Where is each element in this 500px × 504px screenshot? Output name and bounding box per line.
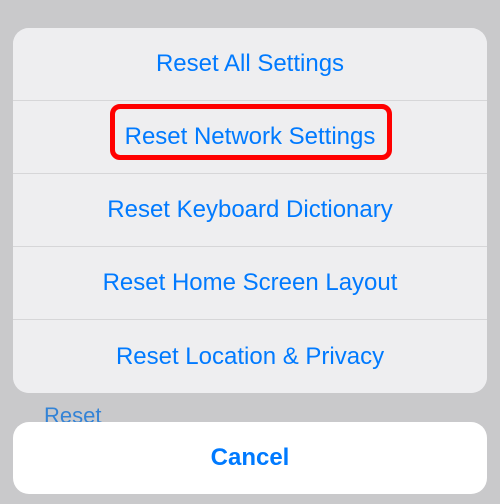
reset-keyboard-dictionary-button[interactable]: Reset Keyboard Dictionary bbox=[13, 174, 487, 247]
sheet-item-label: Reset Location & Privacy bbox=[116, 343, 384, 371]
reset-network-settings-button[interactable]: Reset Network Settings bbox=[13, 101, 487, 174]
cancel-button[interactable]: Cancel bbox=[13, 422, 487, 494]
sheet-item-label: Reset Home Screen Layout bbox=[103, 269, 398, 297]
sheet-item-label: Reset Keyboard Dictionary bbox=[107, 196, 392, 224]
reset-home-screen-layout-button[interactable]: Reset Home Screen Layout bbox=[13, 247, 487, 320]
action-sheet: Reset All Settings Reset Network Setting… bbox=[13, 28, 487, 393]
sheet-item-label: Reset Network Settings bbox=[125, 123, 376, 151]
cancel-label: Cancel bbox=[211, 444, 290, 472]
reset-all-settings-button[interactable]: Reset All Settings bbox=[13, 28, 487, 101]
reset-location-privacy-button[interactable]: Reset Location & Privacy bbox=[13, 320, 487, 393]
sheet-item-label: Reset All Settings bbox=[156, 50, 344, 78]
